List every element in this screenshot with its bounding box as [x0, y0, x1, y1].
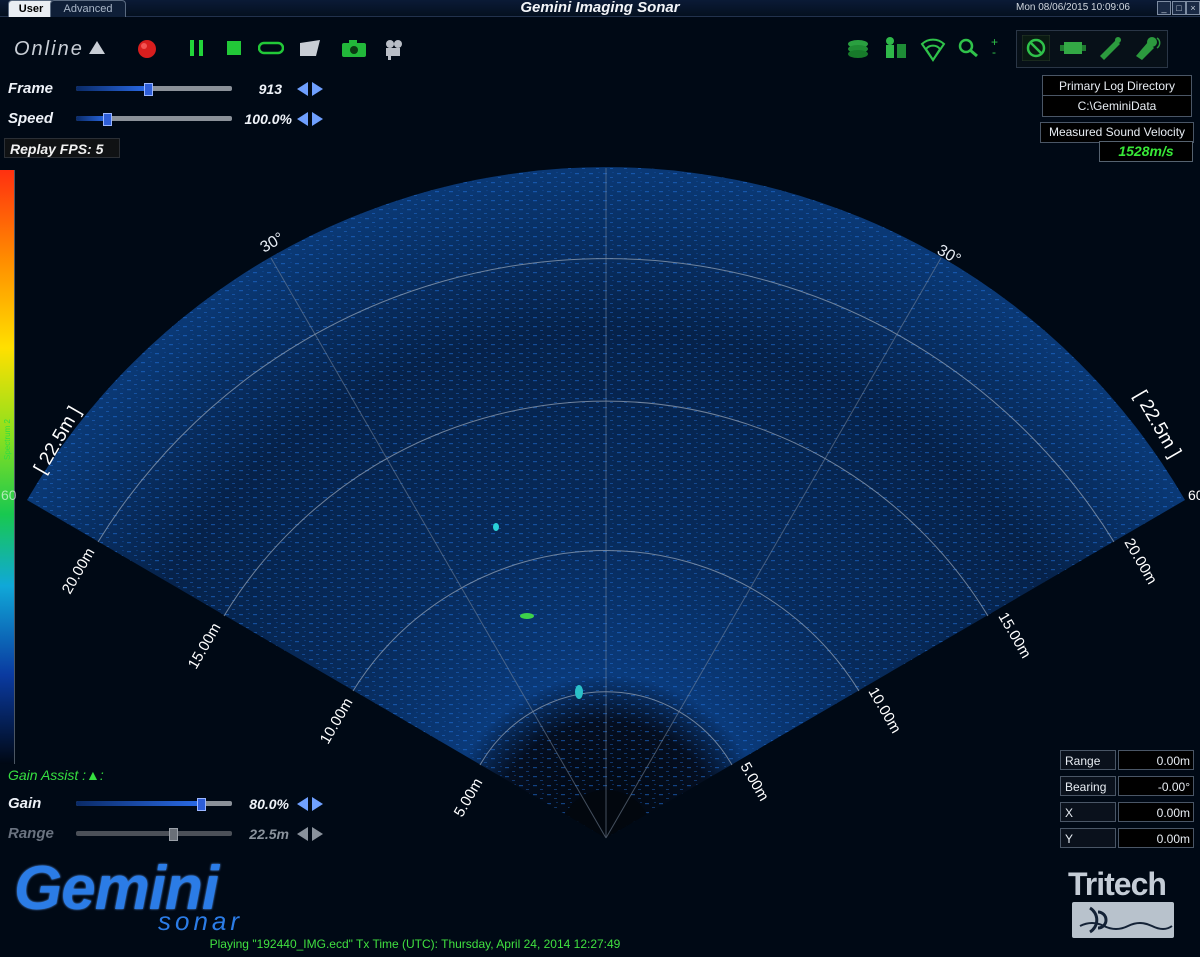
- range-spin-arrows-icon[interactable]: [297, 827, 323, 841]
- range-label-right-20m: 20.00m: [1121, 536, 1161, 588]
- range-value: 22.5m: [249, 826, 289, 842]
- gain-slider-thumb[interactable]: [196, 798, 206, 811]
- range-label-left-10m: 10.00m: [317, 695, 357, 747]
- sonar-logo: sonar: [158, 906, 244, 936]
- gain-slider[interactable]: [76, 798, 232, 811]
- range-label-left-20m: 20.00m: [59, 545, 99, 597]
- gain-label: Gain: [8, 795, 42, 812]
- range-label-right-15m: 15.00m: [995, 610, 1035, 662]
- range-slider-thumb[interactable]: [168, 828, 178, 841]
- readout-x-label: X: [1060, 802, 1116, 822]
- readout-bearing-label: Bearing: [1060, 776, 1116, 796]
- playback-status: Playing "192440_IMG.ecd" Tx Time (UTC): …: [209, 937, 621, 951]
- readout-range-value: 0.00m: [1118, 750, 1194, 770]
- readout-y-value: 0.00m: [1118, 828, 1194, 848]
- edge-label-right: 60: [1188, 487, 1200, 503]
- gain-spin-arrows-icon[interactable]: [297, 797, 323, 811]
- edge-label-left: 60: [1, 487, 17, 503]
- tritech-logo-text: Tritech: [1068, 866, 1167, 902]
- range-label-left-5m: 5.00m: [451, 775, 487, 820]
- gain-slider-fill: [76, 801, 201, 806]
- gain-value: 80.0%: [249, 796, 289, 812]
- range-label-right-10m: 10.00m: [865, 685, 905, 737]
- range-label: Range: [8, 825, 54, 842]
- gain-assist-label[interactable]: Gain Assist :▲:: [8, 767, 104, 783]
- tritech-logo-mark: [1072, 902, 1174, 938]
- readout-x-value: 0.00m: [1118, 802, 1194, 822]
- sonar-display[interactable]: 30° 30° [ 22.5m ] [ 22.5m ] 60 60 20.00m…: [0, 0, 1200, 957]
- readout-bearing-value: -0.00°: [1118, 776, 1194, 796]
- range-slider[interactable]: [76, 828, 232, 841]
- range-label-left-15m: 15.00m: [185, 620, 225, 672]
- range-label-right-5m: 5.00m: [737, 760, 773, 805]
- readout-range-label: Range: [1060, 750, 1116, 770]
- readout-y-label: Y: [1060, 828, 1116, 848]
